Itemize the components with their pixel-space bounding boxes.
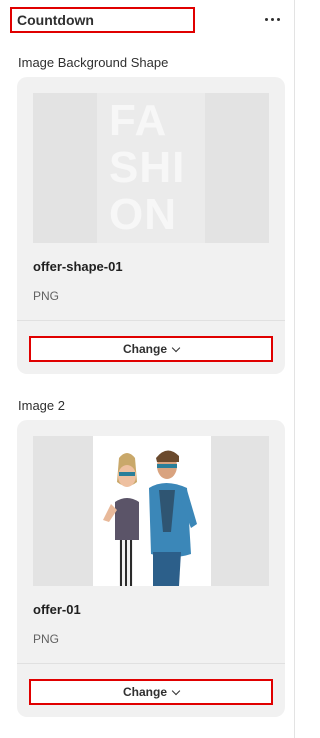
change-button-label: Change	[122, 342, 167, 356]
card-separator	[17, 320, 285, 321]
image-2-card: offer-01 PNG Change	[17, 420, 285, 717]
panel-divider	[294, 0, 295, 738]
file-name: offer-01	[33, 602, 81, 617]
card-separator	[17, 663, 285, 664]
poster-text-line: FA	[109, 96, 168, 145]
image-thumbnail[interactable]: FA SHI ON	[33, 93, 269, 243]
section-title: Countdown	[10, 7, 195, 33]
change-button-label: Change	[122, 685, 167, 699]
fashion-shape-image: FA SHI ON	[97, 93, 205, 243]
file-type: PNG	[33, 632, 60, 646]
chevron-down-icon	[171, 686, 181, 695]
image-background-shape-label: Image Background Shape	[18, 55, 169, 70]
image-thumbnail[interactable]	[33, 436, 269, 586]
couple-photo-image	[93, 436, 211, 586]
file-name: offer-shape-01	[33, 259, 123, 274]
poster-text-line: SHI	[109, 143, 186, 192]
image-2-label: Image 2	[18, 398, 65, 413]
change-image-button[interactable]: Change	[29, 679, 273, 705]
settings-panel: Countdown Image Background Shape FA SHI …	[0, 0, 300, 738]
more-options-button[interactable]	[262, 11, 284, 27]
image-background-shape-card: FA SHI ON offer-shape-01 PNG Change	[17, 77, 285, 374]
chevron-down-icon	[171, 343, 181, 352]
change-image-button[interactable]: Change	[29, 336, 273, 362]
poster-text-line: ON	[109, 190, 177, 239]
file-type: PNG	[33, 289, 60, 303]
